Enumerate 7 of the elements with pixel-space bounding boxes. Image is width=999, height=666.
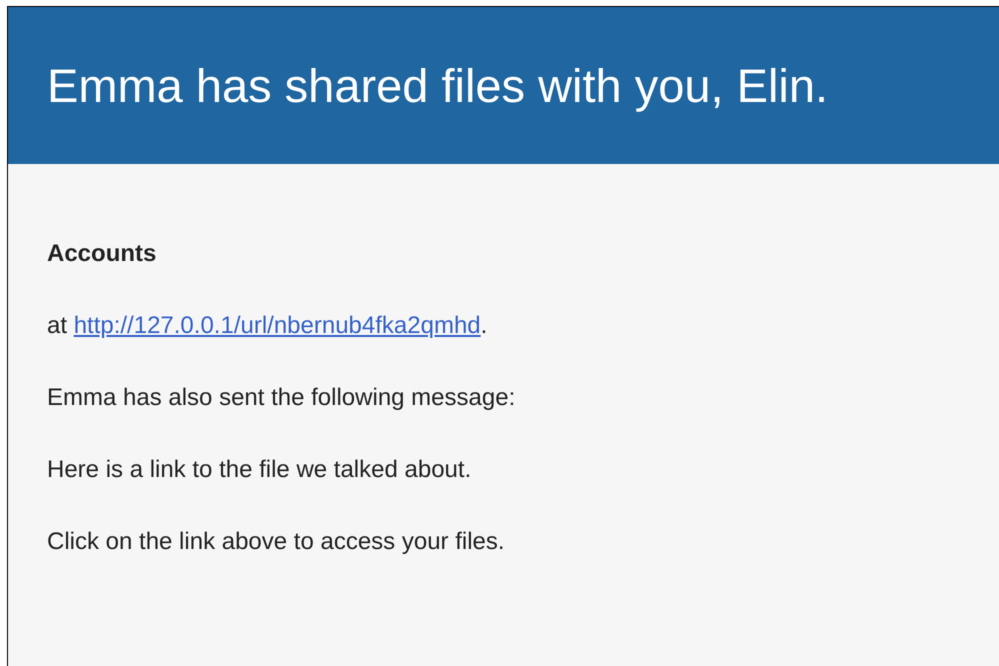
file-link[interactable]: http://127.0.0.1/url/nbernub4fka2qmhd xyxy=(74,312,481,339)
link-sentence: at http://127.0.0.1/url/nbernub4fka2qmhd. xyxy=(47,312,488,340)
message-text: Emma has also sent the following message: xyxy=(47,384,516,412)
email-title: Emma has shared files with you, Elin. xyxy=(47,58,828,114)
message-text: Click on the link above to access your files. xyxy=(47,528,506,556)
message-text: Here is a link to the file we talked about. xyxy=(47,456,472,484)
section-heading: Accounts xyxy=(47,240,158,268)
